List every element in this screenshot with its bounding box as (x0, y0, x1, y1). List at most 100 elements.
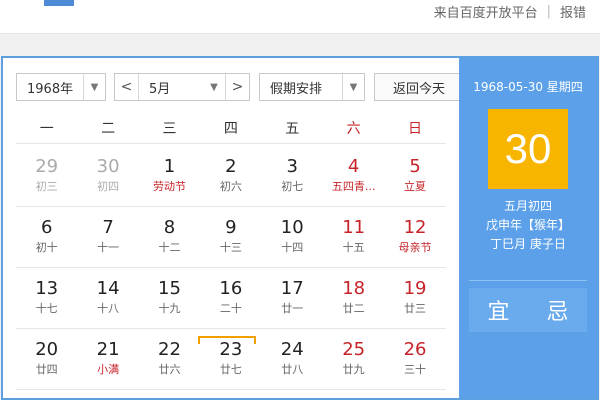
day-number: 22 (158, 339, 181, 360)
day-number: 12 (403, 217, 427, 238)
lunar-label: 廿六 (158, 363, 181, 376)
divider (469, 280, 587, 281)
lunar-label: 十四 (281, 241, 304, 254)
day-cell[interactable]: 10 十四 (262, 207, 323, 267)
year-select[interactable]: 1968年 ▼ (16, 73, 106, 101)
day-cell[interactable]: 17 廿一 (262, 268, 323, 328)
day-cell[interactable]: 4 五四青... (323, 146, 384, 206)
day-cell[interactable]: 5 立夏 (384, 146, 445, 206)
lunar-label: 廿八 (281, 363, 304, 376)
lunar-label: 二十 (219, 302, 242, 315)
prev-month-button[interactable]: < (115, 74, 139, 100)
day-cell[interactable]: 22 廿六 (139, 329, 200, 389)
selected-day-number: 30 (488, 109, 568, 189)
lunar-label: 母亲节 (398, 241, 432, 254)
calendar-main: 1968年 ▼ < 5月 ▼ > 假期安排 ▼ 返回今天 一 二 三 四 五 六… (3, 58, 464, 398)
year-value: 1968年 (27, 81, 74, 97)
day-cell[interactable]: 3 初七 (262, 146, 323, 206)
divider: | (546, 4, 551, 19)
day-cell[interactable]: 1 劳动节 (139, 146, 200, 206)
day-number: 21 (96, 339, 120, 360)
lunar-label: 十五 (342, 241, 365, 254)
day-cell[interactable]: 7 十一 (77, 207, 138, 267)
lunar-label: 十八 (97, 302, 120, 315)
yi-ji-panel: 宜 忌 (469, 288, 587, 332)
lunar-info: 五月初四 戊申年【猴年】 丁巳月 庚子日 (459, 197, 597, 254)
weekday-label: 三 (162, 121, 177, 137)
lunar-date: 五月初四 (503, 199, 552, 213)
lunar-label: 廿四 (35, 363, 58, 376)
day-number: 18 (342, 278, 366, 299)
lunar-label: 劳动节 (152, 180, 186, 193)
day-number: 1 (163, 156, 176, 177)
lunar-label: 初七 (281, 180, 304, 193)
day-cell[interactable]: 13 十七 (16, 268, 77, 328)
day-number: 11 (342, 217, 366, 238)
day-cell[interactable]: 19 廿三 (384, 268, 445, 328)
lunar-label: 廿九 (342, 363, 365, 376)
calendar-toolbar: 1968年 ▼ < 5月 ▼ > 假期安排 ▼ 返回今天 (16, 72, 464, 102)
weekday-label: 五 (285, 121, 300, 137)
day-number: 2 (225, 156, 237, 177)
day-cell[interactable]: 20 廿四 (16, 329, 77, 389)
weekday-label: 六 (346, 121, 361, 137)
source-info: 来自百度开放平台 | 报错 (434, 2, 586, 21)
weekday-label: 一 (39, 121, 54, 137)
week-row: 6 初十 7 十一 8 十二 9 十三 10 十四 11 十五 12 母亲节 (16, 207, 446, 268)
selected-date: 1968-05-30 星期四 (473, 80, 583, 94)
day-number: 6 (40, 217, 53, 238)
day-cell[interactable]: 14 十八 (77, 268, 138, 328)
day-cell[interactable]: 24 廿八 (262, 329, 323, 389)
day-cell[interactable]: 18 廿二 (323, 268, 384, 328)
today-highlight (198, 336, 256, 344)
lunar-label: 初十 (35, 241, 58, 254)
holiday-select[interactable]: 假期安排 ▼ (259, 73, 365, 101)
day-cell[interactable]: 25 廿九 (323, 329, 384, 389)
day-cell[interactable]: 26 三十 (384, 329, 445, 389)
day-number: 15 (158, 278, 181, 299)
day-number: 16 (219, 278, 243, 299)
day-cell[interactable]: 11 十五 (323, 207, 384, 267)
report-error-link[interactable]: 报错 (560, 2, 586, 21)
day-cell[interactable]: 12 母亲节 (384, 207, 445, 267)
top-bar: 来自百度开放平台 | 报错 (0, 0, 600, 34)
week-row: 13 十七 14 十八 15 十九 16 二十 17 廿一 18 廿二 19 廿三 (16, 268, 446, 329)
day-number: 24 (280, 339, 304, 360)
day-detail-panel: 1968-05-30 星期四 30 五月初四 戊申年【猴年】 丁巳月 庚子日 宜… (459, 58, 597, 398)
lunar-label: 十九 (158, 302, 181, 315)
month-value[interactable]: 5月 (139, 74, 203, 100)
ganzhi-year: 戊申年【猴年】 (485, 218, 570, 232)
day-cell[interactable]: 21 小满 (77, 329, 138, 389)
ji-label: 忌 (546, 300, 569, 325)
lunar-label: 十一 (97, 241, 120, 254)
day-cell[interactable]: 2 初六 (200, 146, 261, 206)
calendar-widget: 1968年 ▼ < 5月 ▼ > 假期安排 ▼ 返回今天 一 二 三 四 五 六… (1, 56, 599, 400)
day-cell[interactable]: 29 初三 (16, 146, 77, 206)
day-number: 10 (280, 217, 304, 238)
lunar-label: 小满 (97, 363, 120, 376)
weekday-label: 日 (408, 121, 423, 137)
back-to-today-button[interactable]: 返回今天 (374, 73, 464, 101)
day-cell[interactable]: 30 初四 (77, 146, 138, 206)
day-cell[interactable]: 9 十三 (200, 207, 261, 267)
holiday-value: 假期安排 (270, 81, 323, 97)
day-cell[interactable]: 16 二十 (200, 268, 261, 328)
week-row: 29 初三 30 初四 1 劳动节 2 初六 3 初七 4 五四青... 5 立夏 (16, 146, 446, 207)
day-cell[interactable]: 8 十二 (139, 207, 200, 267)
day-number: 4 (347, 156, 360, 177)
day-cell[interactable]: 15 十九 (139, 268, 200, 328)
lunar-label: 三十 (404, 363, 427, 376)
lunar-label: 廿三 (404, 302, 427, 315)
chevron-down-icon[interactable]: ▼ (203, 74, 225, 100)
day-cell[interactable]: 6 初十 (16, 207, 77, 267)
ganzhi-month-day: 丁巳月 庚子日 (490, 237, 566, 251)
next-month-button[interactable]: > (225, 74, 249, 100)
month-navigator: < 5月 ▼ > (114, 73, 250, 101)
day-number: 20 (35, 339, 59, 360)
weekday-label: 四 (223, 121, 238, 137)
day-number: 29 (35, 156, 59, 177)
day-grid: 29 初三 30 初四 1 劳动节 2 初六 3 初七 4 五四青... 5 立夏 6 初十 7 十一 8 十二 9 十三… (16, 146, 446, 390)
brand-accent-strip (44, 0, 74, 6)
lunar-label: 立夏 (404, 180, 427, 193)
day-number: 5 (409, 156, 421, 177)
